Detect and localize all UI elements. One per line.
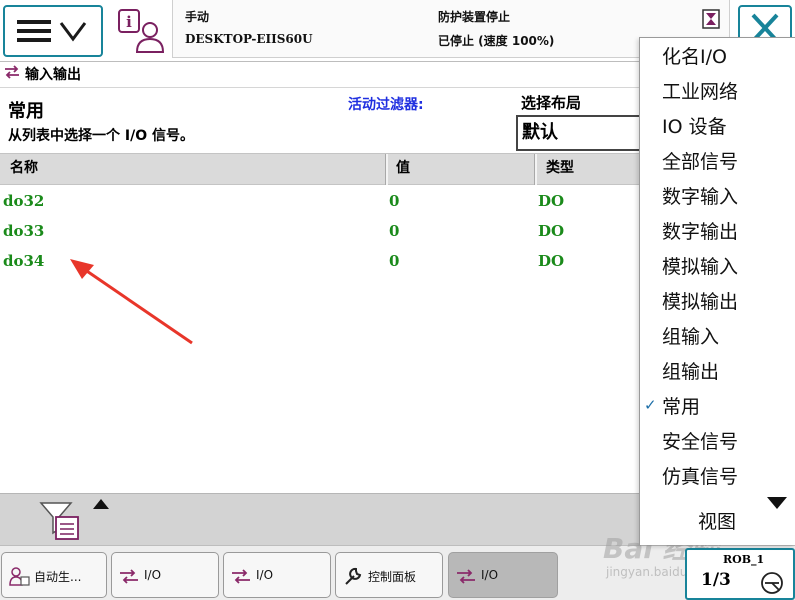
current-category: 常用: [8, 101, 44, 122]
speed-icon: [761, 572, 783, 594]
column-header-type[interactable]: 类型: [546, 157, 574, 177]
task-io[interactable]: I/O: [111, 552, 219, 598]
signal-value: 0: [389, 192, 400, 210]
active-filter-label[interactable]: 活动过滤器:: [348, 94, 424, 114]
task-label: I/O: [256, 568, 274, 582]
menu-item-simulated-signals[interactable]: 仿真信号: [640, 458, 795, 493]
signal-type: DO: [538, 222, 565, 240]
menu-item-digital-input[interactable]: 数字输入: [640, 178, 795, 213]
menu-item-label: 安全信号: [662, 431, 739, 453]
menu-item-label: 组输出: [662, 361, 720, 383]
io-arrows-icon: [457, 569, 475, 584]
menu-item-label: 模拟输入: [662, 256, 739, 278]
menu-item-label: 工业网络: [662, 81, 739, 103]
main-menu-button[interactable]: [3, 5, 103, 57]
svg-text:i: i: [126, 13, 132, 31]
menu-item-label: 数字输出: [662, 221, 739, 243]
program-status: 已停止 (速度 100%): [438, 34, 555, 48]
signal-name: do34: [3, 252, 45, 270]
io-arrows-icon: [5, 65, 19, 79]
view-button[interactable]: 视图: [640, 494, 795, 544]
signal-name: do32: [3, 192, 45, 210]
menu-item-safety-signals[interactable]: 安全信号: [640, 423, 795, 458]
bottom-panel: [0, 493, 640, 545]
menu-item-label: 组输入: [662, 326, 720, 348]
task-label: I/O: [144, 568, 162, 582]
hourglass-icon: [702, 9, 720, 29]
check-icon: ✓: [644, 396, 657, 414]
task-io[interactable]: I/O: [223, 552, 331, 598]
column-divider: [534, 154, 537, 185]
menu-item-label: 化名I/O: [662, 46, 727, 68]
signal-value: 0: [389, 222, 400, 240]
task-label: 控制面板: [368, 570, 417, 584]
menu-item-digital-output[interactable]: 数字输出: [640, 213, 795, 248]
column-header-name[interactable]: 名称: [10, 157, 38, 177]
task-auto-gen[interactable]: 自动生...: [1, 552, 107, 598]
menu-item-io-device[interactable]: IO 设备: [640, 108, 795, 143]
menu-item-label: 常用: [662, 396, 701, 418]
signal-type: DO: [538, 192, 565, 210]
menu-item-label: IO 设备: [662, 116, 727, 138]
table-row[interactable]: do32 0 DO: [0, 186, 640, 216]
speed-fraction: 1/3: [701, 570, 731, 590]
column-header-value[interactable]: 值: [396, 157, 410, 177]
event-log-icon[interactable]: i: [113, 4, 167, 58]
io-arrows-icon: [232, 569, 250, 584]
auto-gen-icon: [9, 567, 30, 586]
system-name: DESKTOP-EIIS60U: [185, 32, 313, 46]
menu-item-label: 仿真信号: [662, 466, 739, 488]
table-header: 名称 值 类型: [0, 153, 640, 185]
menu-item-label: 全部信号: [662, 151, 739, 173]
layout-label: 选择布局: [521, 94, 582, 112]
menu-item-alias-io[interactable]: 化名I/O: [640, 38, 795, 73]
task-label: 自动生...: [34, 570, 82, 584]
hamburger-icon: [17, 20, 87, 42]
menu-item-group-input[interactable]: 组输入: [640, 318, 795, 353]
signal-value: 0: [389, 252, 400, 270]
operation-mode: 手动: [185, 10, 210, 24]
filter-header: 常用 从列表中选择一个 I/O 信号。 活动过滤器: 选择布局 默认: [0, 87, 646, 153]
robot-name: ROB_1: [723, 553, 765, 566]
signal-name: do33: [3, 222, 45, 240]
view-dropdown-menu: 化名I/O 工业网络 IO 设备 全部信号 数字输入 数字输出 模拟输入 模拟输…: [639, 37, 795, 545]
triangle-down-icon: [767, 497, 787, 509]
menu-item-common[interactable]: ✓ 常用: [640, 388, 795, 423]
annotation-arrow: [70, 259, 193, 345]
menu-item-label: 模拟输出: [662, 291, 739, 313]
motor-status: 防护装置停止: [438, 10, 511, 24]
view-label: 视图: [698, 511, 737, 533]
wrench-icon: [345, 567, 362, 585]
menu-item-analog-output[interactable]: 模拟输出: [640, 283, 795, 318]
task-label: I/O: [481, 568, 499, 582]
filter-icon[interactable]: [38, 499, 82, 543]
column-divider: [385, 154, 388, 185]
instruction-text: 从列表中选择一个 I/O 信号。: [8, 128, 194, 144]
layout-select[interactable]: 默认: [516, 115, 646, 151]
task-control-panel[interactable]: 控制面板: [335, 552, 443, 598]
menu-item-all-signals[interactable]: 全部信号: [640, 143, 795, 178]
window-title-bar: 输入输出: [0, 59, 640, 87]
menu-item-label: 数字输入: [662, 186, 739, 208]
signal-type: DO: [538, 252, 565, 270]
menu-item-group-output[interactable]: 组输出: [640, 353, 795, 388]
table-row[interactable]: do33 0 DO: [0, 216, 640, 246]
io-arrows-icon: [120, 569, 138, 584]
window-title: 输入输出: [25, 67, 81, 83]
triangle-up-icon[interactable]: [92, 498, 110, 510]
menu-item-industrial-network[interactable]: 工业网络: [640, 73, 795, 108]
task-io-active[interactable]: I/O: [448, 552, 558, 598]
menu-item-analog-input[interactable]: 模拟输入: [640, 248, 795, 283]
quickset-button[interactable]: ROB_1 1/3: [685, 548, 795, 600]
